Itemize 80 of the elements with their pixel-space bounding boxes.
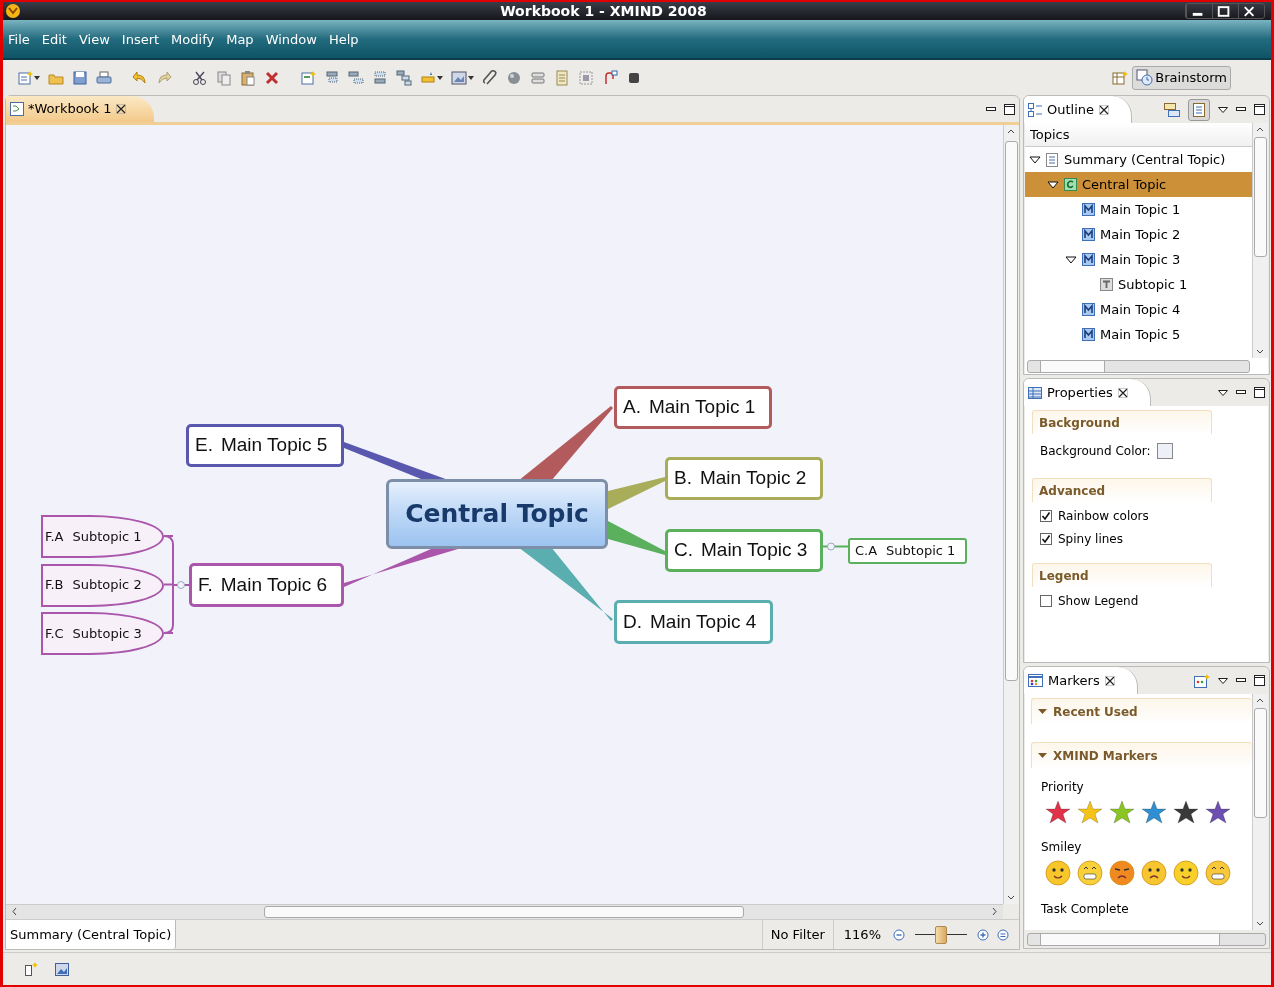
editor-tab[interactable]: *Workbook 1: [6, 96, 154, 122]
section-header[interactable]: Advanced: [1032, 478, 1212, 502]
topic-node[interactable]: E. Main Topic 5: [186, 424, 344, 467]
tree-label: Main Topic 4: [1100, 300, 1181, 319]
topic-node[interactable]: C. Main Topic 3: [665, 529, 823, 572]
topic-title: Subtopic 3: [72, 624, 142, 643]
section-header[interactable]: XMIND Markers: [1031, 742, 1252, 768]
tree-label: Main Topic 3: [1100, 250, 1181, 269]
tree-item[interactable]: Main Topic 2: [1025, 222, 1252, 247]
topic-number: D.: [623, 609, 642, 634]
menu-item[interactable]: View: [78, 30, 110, 50]
menu-item[interactable]: Help: [328, 30, 359, 50]
subtopic-node[interactable]: C.A Subtopic 1: [848, 538, 967, 564]
topic-node[interactable]: F. Main Topic 6: [189, 563, 344, 607]
subtopic-node[interactable]: F.A Subtopic 1: [41, 515, 164, 558]
topic-number: F.C: [45, 624, 64, 643]
topic-title: Main Topic 6: [220, 572, 328, 597]
zoom-level: 116%: [832, 920, 887, 949]
tree-item[interactable]: Main Topic 5: [1025, 322, 1252, 347]
menu-item[interactable]: Window: [265, 30, 317, 50]
topic-number: F.A: [45, 527, 64, 546]
checkbox-label: Rainbow colors: [1058, 508, 1149, 525]
menu-item[interactable]: Edit: [41, 30, 67, 50]
checkbox-label: Spiny lines: [1058, 531, 1123, 548]
window-title: Workbook 1 - XMIND 2008: [499, 2, 708, 20]
tree-label: Subtopic 1: [1118, 275, 1188, 294]
menu-item[interactable]: Modify: [171, 30, 215, 50]
panel-tab[interactable]: Outline: [1024, 96, 1133, 123]
topic-node[interactable]: A. Main Topic 1: [614, 386, 772, 429]
group-label: Smiley: [1041, 839, 1083, 856]
tree-item[interactable]: Subtopic 1: [1025, 272, 1252, 297]
field-label: Background Color:: [1040, 443, 1151, 460]
topic-title: Subtopic 1: [72, 527, 142, 546]
topic-title: Main Topic 1: [648, 395, 756, 420]
section-header[interactable]: Recent Used: [1031, 698, 1252, 724]
subtopic-node[interactable]: F.B Subtopic 2: [41, 563, 164, 607]
section-header[interactable]: Legend: [1032, 563, 1212, 587]
group-label: Priority: [1041, 779, 1085, 796]
menu-item[interactable]: Map: [226, 30, 254, 50]
topic-title: Subtopic 1: [886, 542, 956, 561]
topic-node[interactable]: D. Main Topic 4: [614, 600, 773, 644]
topic-title: Main Topic 4: [650, 609, 757, 634]
tree-item[interactable]: Summary (Central Topic): [1025, 147, 1252, 172]
tab-label: Markers: [1048, 671, 1100, 690]
topic-number: C.A: [855, 542, 878, 561]
topic-number: C.: [674, 538, 693, 563]
filter-status: No Filter: [761, 920, 833, 949]
topic-node[interactable]: B. Main Topic 2: [665, 457, 823, 500]
tree-item[interactable]: Main Topic 3: [1025, 247, 1252, 272]
topic-title: Main Topic 5: [220, 433, 328, 458]
panel-tab[interactable]: Properties: [1024, 379, 1151, 406]
topic-title: Main Topic 3: [701, 538, 808, 563]
menu-item[interactable]: File: [8, 30, 30, 50]
tab-label: Properties: [1047, 383, 1113, 402]
selection-status: Summary (Central Topic): [6, 920, 177, 949]
tab-label: *Workbook 1: [28, 100, 112, 119]
tree-label: Main Topic 5: [1100, 325, 1181, 344]
perspective-button[interactable]: Brainstorm: [1132, 65, 1231, 90]
group-label: Task Complete: [1041, 901, 1130, 918]
checkbox-label: Show Legend: [1058, 593, 1139, 610]
topic-number: E.: [195, 433, 213, 458]
tab-label: Outline: [1047, 100, 1095, 119]
tree-label: Main Topic 2: [1100, 225, 1181, 244]
tree-item[interactable]: Central Topic: [1025, 172, 1252, 197]
topic-number: A.: [623, 395, 641, 420]
topic-title: Subtopic 2: [72, 576, 142, 595]
topic-number: F.: [198, 572, 213, 597]
topic-number: F.B: [45, 576, 64, 595]
tree-label: Central Topic: [1082, 175, 1167, 194]
tree-item[interactable]: Main Topic 4: [1025, 297, 1252, 322]
topic-number: B.: [674, 466, 692, 491]
section-header[interactable]: Background: [1032, 410, 1212, 434]
panel-tab[interactable]: Markers: [1024, 667, 1138, 694]
central-topic[interactable]: Central Topic: [386, 479, 608, 549]
subtopic-node[interactable]: F.C Subtopic 3: [41, 612, 164, 655]
tree-item[interactable]: Main Topic 1: [1025, 197, 1252, 222]
tree-label: Summary (Central Topic): [1064, 150, 1226, 169]
menu-item[interactable]: Insert: [121, 30, 160, 50]
tree-label: Main Topic 1: [1100, 200, 1181, 219]
topic-title: Main Topic 2: [699, 466, 807, 491]
